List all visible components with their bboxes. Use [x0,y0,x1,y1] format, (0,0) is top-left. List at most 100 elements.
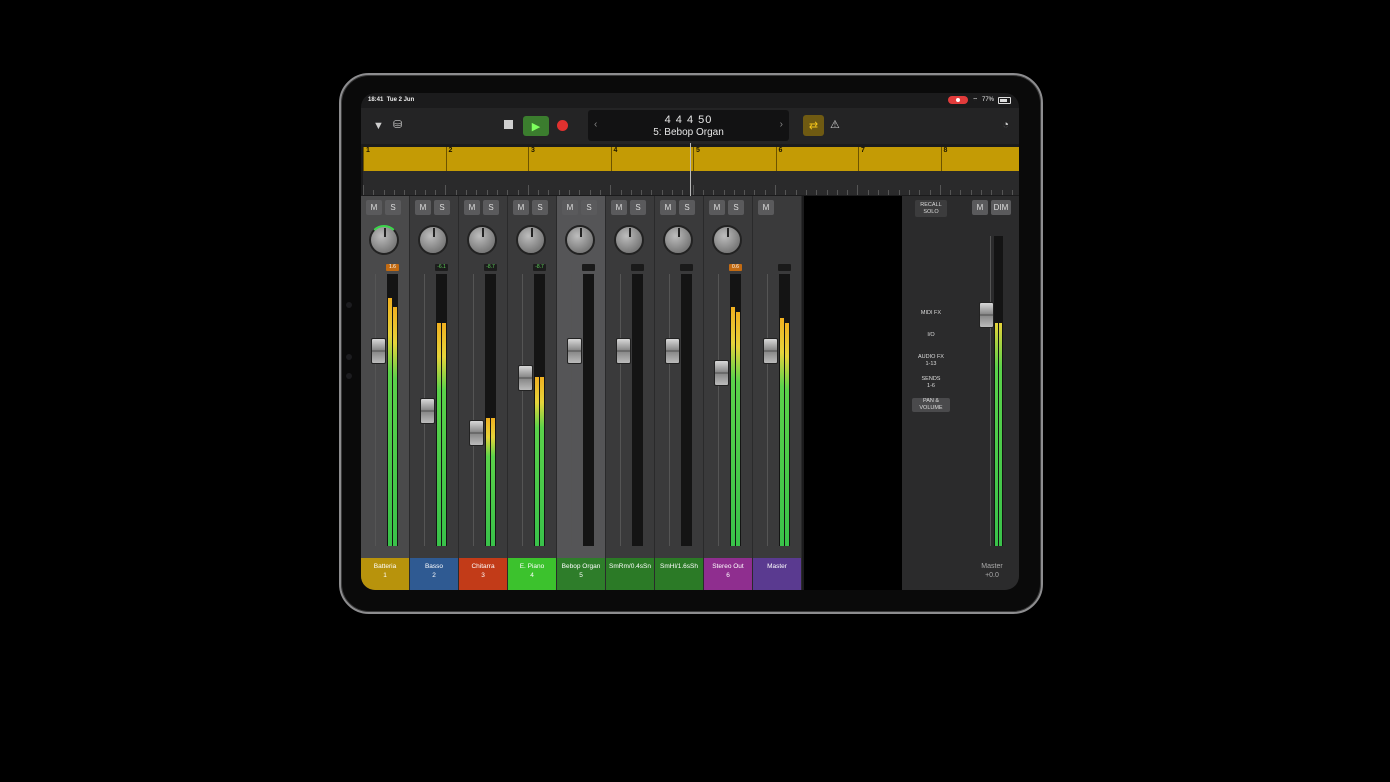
volume-fader[interactable] [420,398,435,424]
volume-fader[interactable] [714,359,729,386]
pan-knob[interactable] [663,225,693,255]
playhead[interactable] [690,143,691,196]
solo-button[interactable]: S [728,200,744,215]
mute-button[interactable]: M [709,200,725,215]
record-button[interactable] [557,120,568,131]
view-menu-item[interactable]: MIDI FX [912,310,950,317]
ruler-tick [888,190,890,195]
lcd-prev-icon[interactable]: ‹ [594,119,597,130]
channel-strip[interactable]: M S 0.6 Stereo Out 6 [704,196,753,590]
ruler-tick [857,185,859,195]
solo-button[interactable]: S [679,200,695,215]
view-menu-item[interactable]: AUDIO FX 1-13 [912,354,950,368]
channel-strip[interactable]: M Master [753,196,802,590]
channel-strip[interactable]: M S -6.1 Basso 2 [410,196,459,590]
solo-button[interactable]: S [581,200,597,215]
ruler-bar-6[interactable]: 6 [775,147,782,171]
recall-solo-button[interactable]: RECALL SOLO [915,200,947,217]
mute-button[interactable]: M [611,200,627,215]
ruler-tick [908,190,910,195]
ruler-bar-4[interactable]: 4 [610,147,617,171]
channel-strip[interactable]: M S SmHl/1.6sSh [655,196,704,590]
channel-strip[interactable]: M S -8.7 Chitarra 3 [459,196,508,590]
volume-fader[interactable] [469,419,484,446]
pan-knob[interactable] [614,225,644,255]
channel-strip[interactable]: M S SmRm/0.4sSn [606,196,655,590]
ruler-bar-7[interactable]: 7 [858,147,865,171]
channel-name-label[interactable]: E. Piano 4 [508,558,556,590]
solo-button[interactable]: S [630,200,646,215]
ruler-bar-3[interactable]: 3 [528,147,535,171]
peak-indicator: -8.7 [533,264,546,271]
mute-button[interactable]: M [415,200,431,215]
view-menu-item[interactable]: SENDS 1-6 [912,376,950,390]
mute-button[interactable]: M [758,200,774,215]
channel-name-label[interactable]: SmRm/0.4sSn [606,558,654,590]
view-menu-item[interactable]: I/O [912,332,950,339]
solo-button[interactable]: S [532,200,548,215]
level-meter [681,274,692,546]
channel-strip[interactable]: M S -8.7 E. Piano 4 [508,196,557,590]
metronome-icon[interactable]: ⚠ [830,119,840,131]
ruler-tick [630,190,632,195]
volume-fader[interactable] [567,338,582,365]
volume-fader[interactable] [616,338,631,365]
volume-fader[interactable] [665,338,680,365]
channel-name-label[interactable]: SmHl/1.6sSh [655,558,703,590]
channel-name-label[interactable]: Stereo Out 6 [704,558,752,590]
channel-strip[interactable]: M S 1.6 Batteria 1 [361,196,410,590]
chevron-down-icon[interactable]: ▼ [373,120,384,132]
cycle-button[interactable]: ⇄ [803,115,824,136]
mute-button[interactable]: M [513,200,529,215]
stop-button[interactable] [504,120,513,129]
dim-button[interactable]: DIM [991,200,1011,215]
mute-button[interactable]: M [366,200,382,215]
view-menu-item[interactable]: PAN & VOLUME [912,398,950,412]
volume-fader[interactable] [518,365,533,392]
lcd-display[interactable]: ‹ › 4 4 4 50 5: Bebop Organ [588,110,789,141]
solo-button[interactable]: S [434,200,450,215]
sensor-dot [346,354,352,360]
settings-icon[interactable]: ◔ [1002,119,1009,131]
pan-knob[interactable] [516,225,546,255]
channel-strip[interactable]: M S Bebop Organ 5 [557,196,606,590]
volume-fader[interactable] [371,338,386,365]
master-fader[interactable] [979,301,994,328]
ruler-bar-1[interactable]: 1 [363,147,370,171]
ruler-tick [692,185,694,195]
channel-name-label[interactable]: Master [753,558,801,590]
ruler-tick [826,190,828,195]
channel-name-label[interactable]: Chitarra 3 [459,558,507,590]
ruler-bar-2[interactable]: 2 [445,147,452,171]
timeline-ruler[interactable]: 1 2 3 4 5 6 7 8 [363,147,1019,171]
pan-knob[interactable] [712,225,742,255]
pan-knob[interactable] [565,225,595,255]
channel-name-label[interactable]: Basso 2 [410,558,458,590]
ruler-bar-5[interactable]: 5 [693,147,700,171]
mute-button[interactable]: M [660,200,676,215]
pan-knob[interactable] [467,225,497,255]
ruler-tick [785,190,787,195]
channel-name-label[interactable]: Batteria 1 [361,558,409,590]
sensor-dot [346,373,352,379]
ruler-tick [867,190,869,195]
ruler-tick [919,190,921,195]
master-label: Master [981,563,1003,570]
master-mute-button[interactable]: M [972,200,988,215]
channel-name-label[interactable]: Bebop Organ 5 [557,558,605,590]
browser-icon[interactable]: ⛁ [393,119,402,131]
lcd-next-icon[interactable]: › [780,119,783,130]
mute-button[interactable]: M [464,200,480,215]
pan-knob[interactable] [369,225,399,255]
pan-knob[interactable] [418,225,448,255]
solo-button[interactable]: S [385,200,401,215]
solo-button[interactable]: S [483,200,499,215]
ruler-bar-8[interactable]: 8 [940,147,947,171]
master-meter-left [995,322,998,546]
fader-scale [565,274,572,546]
meter-bar [736,312,740,546]
mute-button[interactable]: M [562,200,578,215]
meter-bar [785,322,789,546]
play-button[interactable]: ▶ [523,116,549,136]
volume-fader[interactable] [763,338,778,365]
